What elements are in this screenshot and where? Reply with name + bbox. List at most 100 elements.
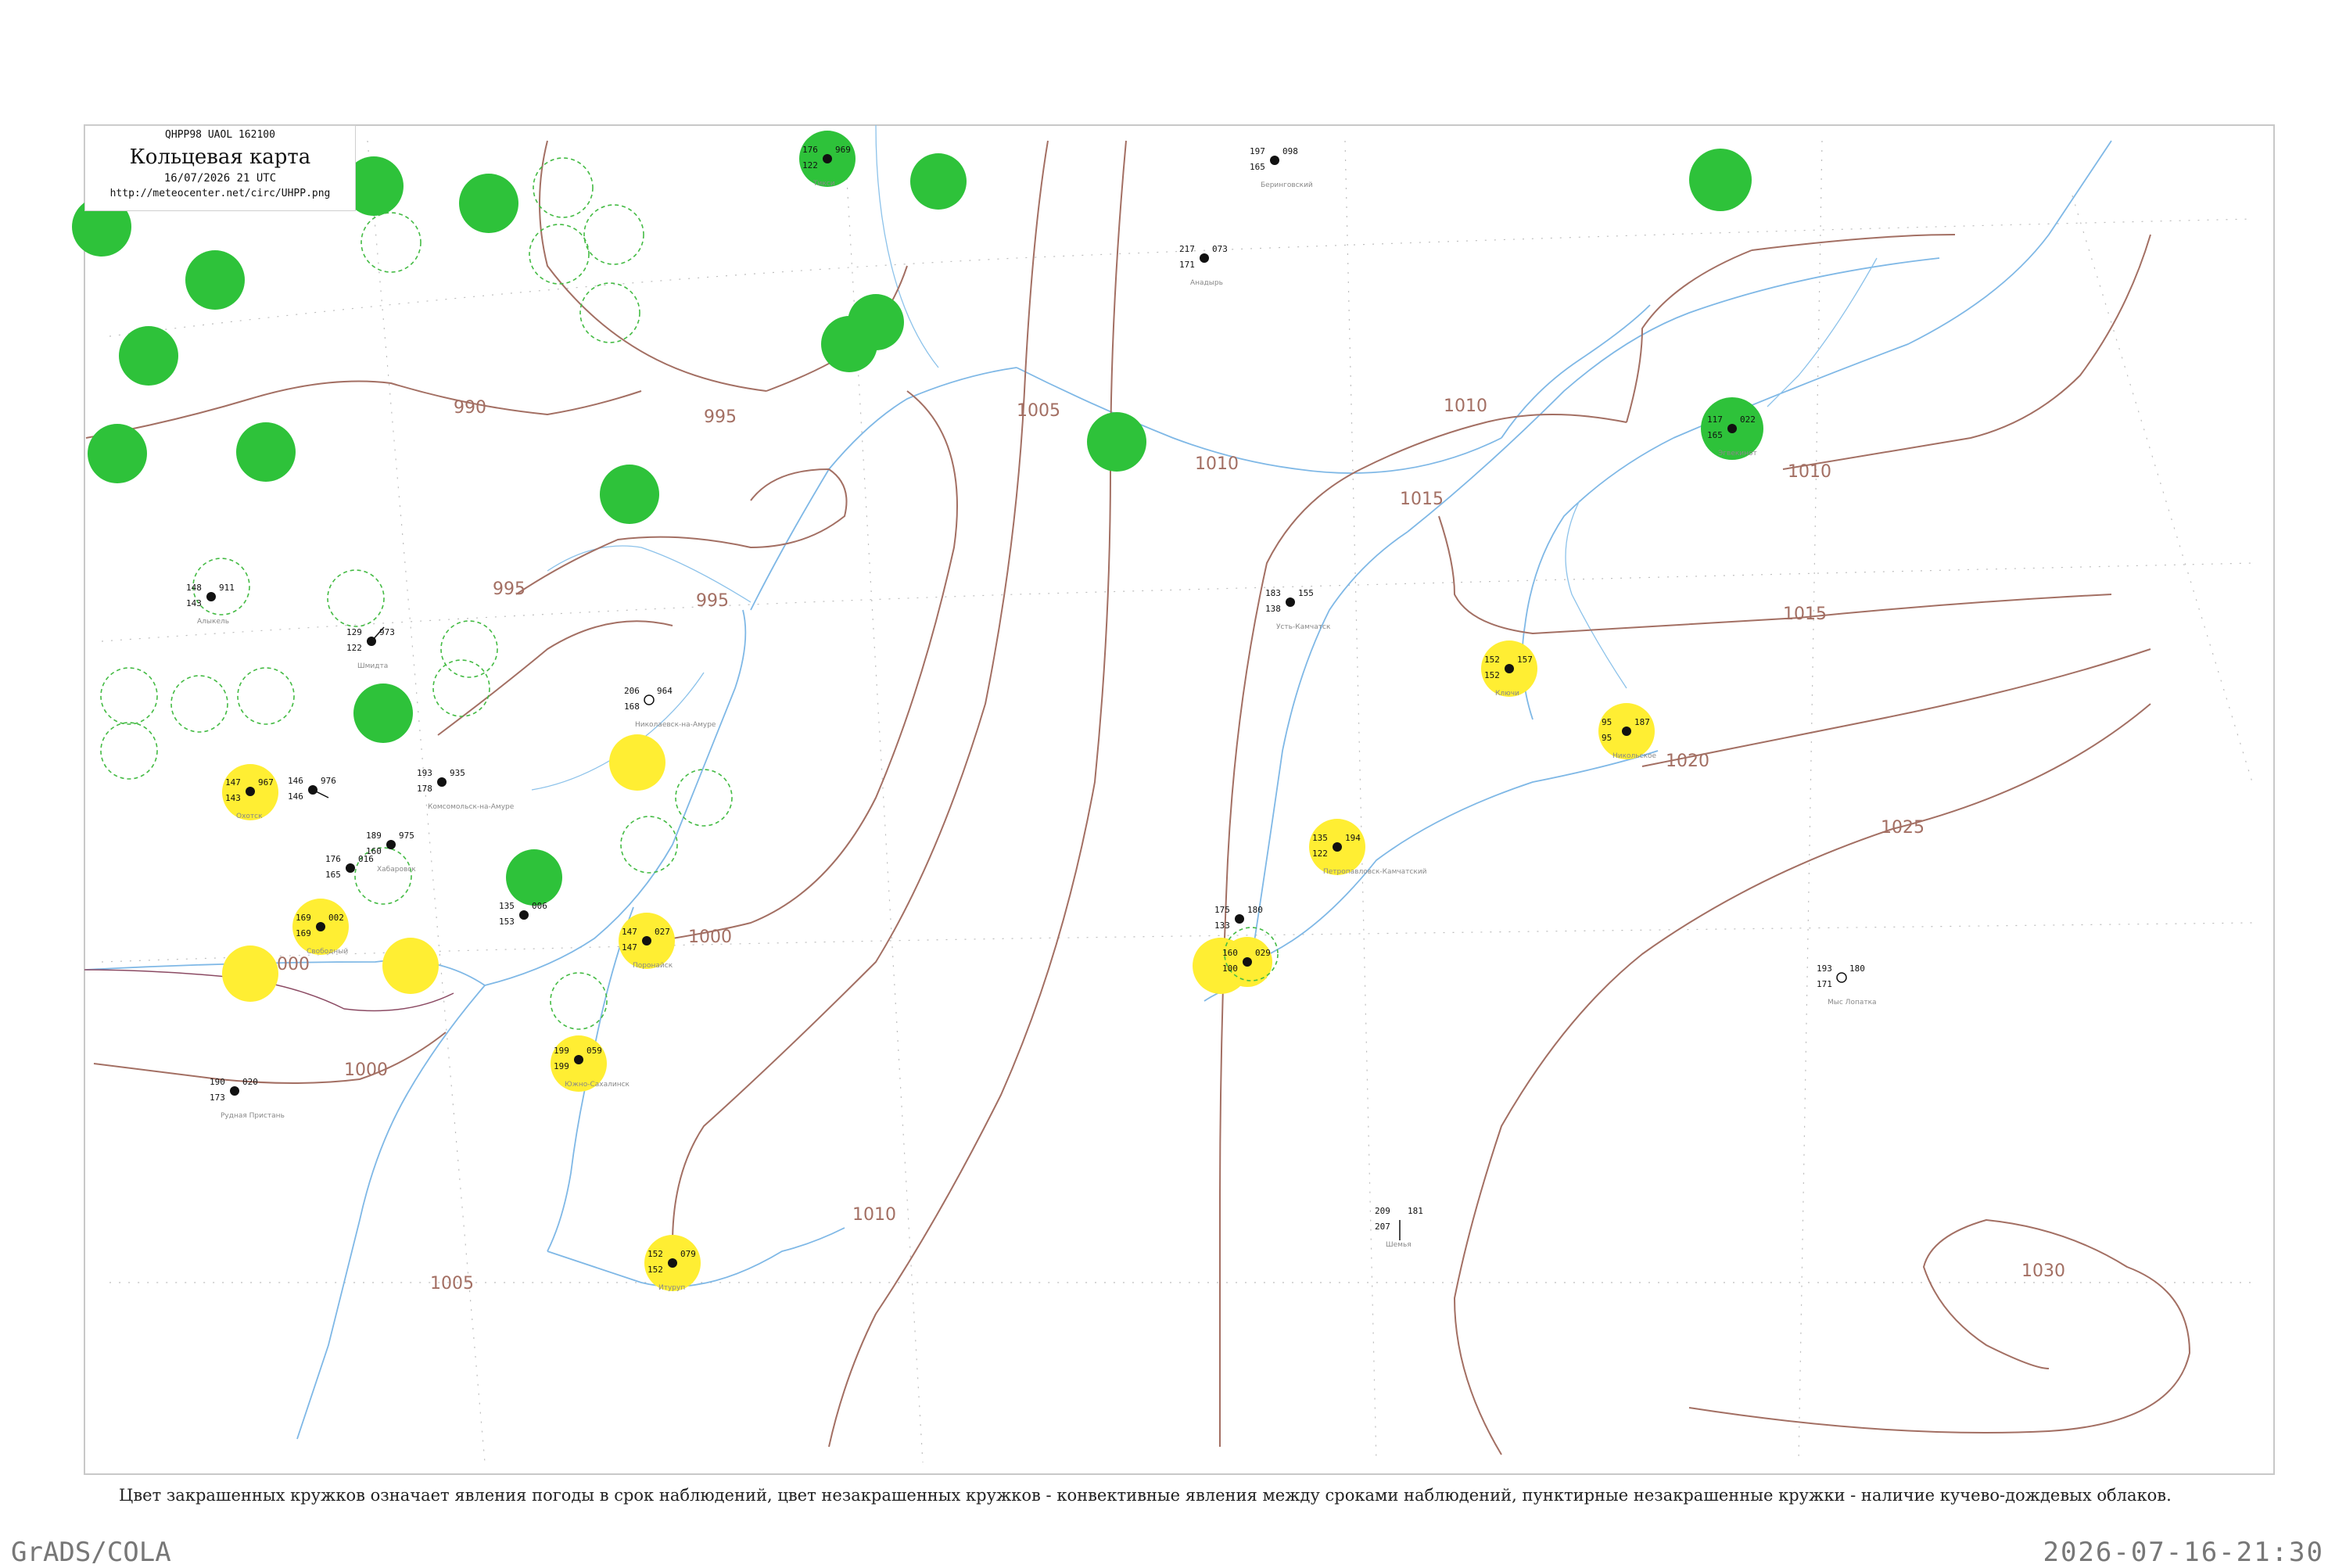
svg-text:975: 975 bbox=[399, 831, 414, 841]
isobar-label: 990 bbox=[454, 398, 486, 418]
svg-text:190: 190 bbox=[210, 1077, 225, 1087]
map-title: Кольцевая карта bbox=[129, 145, 311, 169]
isobar-labels: 990 995 995 995 1000 1000 1000 1005 1005… bbox=[266, 396, 2065, 1294]
svg-text:079: 079 bbox=[680, 1249, 696, 1259]
map-url: http://meteocenter.net/circ/UHPP.png bbox=[109, 188, 331, 199]
svg-text:197: 197 bbox=[1250, 146, 1265, 156]
svg-text:160: 160 bbox=[1222, 948, 1238, 958]
isobar-label: 995 bbox=[704, 407, 737, 427]
svg-text:100: 100 bbox=[1222, 963, 1238, 974]
svg-text:Поронайск: Поронайск bbox=[633, 962, 673, 970]
svg-text:059: 059 bbox=[586, 1046, 602, 1056]
svg-text:117: 117 bbox=[1707, 414, 1723, 425]
svg-text:Рудная Пристань: Рудная Пристань bbox=[221, 1112, 285, 1120]
svg-text:152: 152 bbox=[647, 1265, 663, 1275]
isobar-label: 1010 bbox=[852, 1205, 896, 1225]
svg-text:133: 133 bbox=[1214, 920, 1230, 931]
svg-text:95: 95 bbox=[1602, 733, 1612, 743]
svg-text:155: 155 bbox=[1298, 588, 1314, 598]
svg-text:147: 147 bbox=[622, 927, 637, 937]
svg-text:209: 209 bbox=[1375, 1206, 1390, 1216]
svg-text:006: 006 bbox=[532, 901, 547, 911]
svg-text:Итуруп: Итуруп bbox=[658, 1284, 685, 1292]
svg-text:176: 176 bbox=[802, 145, 818, 155]
svg-text:146: 146 bbox=[288, 791, 303, 802]
svg-text:135: 135 bbox=[1312, 833, 1328, 843]
svg-text:129: 129 bbox=[346, 627, 362, 637]
svg-text:183: 183 bbox=[1265, 588, 1281, 598]
svg-text:Ключи: Ключи bbox=[1495, 690, 1519, 698]
svg-text:Анадырь: Анадырь bbox=[1190, 279, 1223, 287]
svg-text:Хабаровск: Хабаровск bbox=[377, 866, 416, 874]
svg-text:157: 157 bbox=[1517, 655, 1533, 665]
svg-text:Эгвекинот: Эгвекинот bbox=[1718, 450, 1757, 457]
svg-text:Петропавловск-Камчатский: Петропавловск-Камчатский bbox=[1323, 868, 1427, 876]
svg-text:180: 180 bbox=[1849, 963, 1865, 974]
svg-text:165: 165 bbox=[1707, 430, 1723, 440]
svg-text:165: 165 bbox=[1250, 162, 1265, 172]
station-plot: 217 073 171 Анадырь bbox=[1179, 244, 1228, 287]
station-plot: 175 180 133 bbox=[1214, 905, 1263, 931]
svg-text:95: 95 bbox=[1602, 717, 1612, 727]
svg-text:Свободный: Свободный bbox=[307, 948, 348, 956]
svg-text:187: 187 bbox=[1634, 717, 1650, 727]
isobar-label: 1000 bbox=[344, 1060, 388, 1080]
isobar-label: 995 bbox=[493, 579, 526, 599]
svg-text:194: 194 bbox=[1345, 833, 1361, 843]
isobars bbox=[85, 140, 2191, 1455]
render-timestamp: 2026-07-16-21:30 bbox=[2043, 1537, 2324, 1568]
station-plot: 129 973 122 Шмидта bbox=[346, 626, 395, 670]
isobar-label: 1005 bbox=[1017, 401, 1060, 421]
station-plot: 148 911 143 Алыкель bbox=[186, 583, 235, 626]
svg-text:122: 122 bbox=[346, 643, 362, 653]
svg-text:207: 207 bbox=[1375, 1222, 1390, 1232]
svg-text:180: 180 bbox=[1247, 905, 1263, 915]
svg-text:171: 171 bbox=[1179, 260, 1195, 270]
svg-text:969: 969 bbox=[835, 145, 851, 155]
isobar-label: 1015 bbox=[1783, 605, 1827, 624]
svg-text:Никольское: Никольское bbox=[1612, 752, 1657, 760]
svg-text:143: 143 bbox=[186, 598, 202, 608]
svg-text:Шемья: Шемья bbox=[1386, 1241, 1412, 1249]
svg-text:199: 199 bbox=[554, 1061, 569, 1071]
svg-text:Усть-Камчатск: Усть-Камчатск bbox=[1276, 623, 1331, 631]
svg-text:178: 178 bbox=[417, 784, 432, 794]
svg-text:153: 153 bbox=[499, 917, 515, 927]
isobar-label: 1015 bbox=[1400, 490, 1444, 509]
svg-text:Комсомольск-на-Амуре: Комсомольск-на-Амуре bbox=[428, 803, 515, 811]
svg-text:171: 171 bbox=[1817, 979, 1832, 989]
station-plot: 183 155 138 Усть-Камчатск bbox=[1265, 588, 1331, 631]
isobar-label: 1010 bbox=[1444, 396, 1487, 416]
station-plot: 189 975 160 Хабаровск bbox=[366, 831, 416, 874]
svg-text:016: 016 bbox=[358, 854, 374, 864]
svg-text:935: 935 bbox=[450, 768, 465, 778]
station-plot: 146 976 146 bbox=[288, 776, 336, 802]
svg-text:148: 148 bbox=[186, 583, 202, 593]
map-frame bbox=[84, 124, 2275, 1475]
svg-text:Беринговский: Беринговский bbox=[1261, 181, 1313, 189]
station-plot: 209 181 207 Шемья bbox=[1375, 1206, 1423, 1249]
station-plot: 135 006 153 bbox=[499, 901, 547, 927]
svg-text:199: 199 bbox=[554, 1046, 569, 1056]
svg-text:175: 175 bbox=[1214, 905, 1230, 915]
graticule bbox=[101, 140, 2253, 1463]
svg-text:973: 973 bbox=[379, 627, 395, 637]
svg-text:964: 964 bbox=[657, 686, 673, 696]
station-plot: 197 098 165 Беринговский bbox=[1250, 146, 1313, 189]
svg-text:098: 098 bbox=[1282, 146, 1298, 156]
svg-text:143: 143 bbox=[225, 793, 241, 803]
svg-text:020: 020 bbox=[242, 1077, 258, 1087]
svg-text:967: 967 bbox=[258, 777, 274, 788]
map-header: QHPP98 UAOL 162100 Кольцевая карта 16/07… bbox=[84, 125, 356, 211]
station-plot: 176 016 165 bbox=[325, 854, 374, 880]
svg-text:181: 181 bbox=[1408, 1206, 1423, 1216]
svg-text:217: 217 bbox=[1179, 244, 1195, 254]
svg-text:Тикси: Тикси bbox=[812, 180, 835, 188]
svg-text:135: 135 bbox=[499, 901, 515, 911]
coastline bbox=[85, 140, 2112, 1440]
svg-text:027: 027 bbox=[655, 927, 670, 937]
isobar-label: 1005 bbox=[430, 1274, 474, 1294]
svg-text:Мыс Лопатка: Мыс Лопатка bbox=[1828, 999, 1877, 1006]
svg-text:Алыкель: Алыкель bbox=[197, 618, 229, 626]
svg-text:173: 173 bbox=[210, 1093, 225, 1103]
